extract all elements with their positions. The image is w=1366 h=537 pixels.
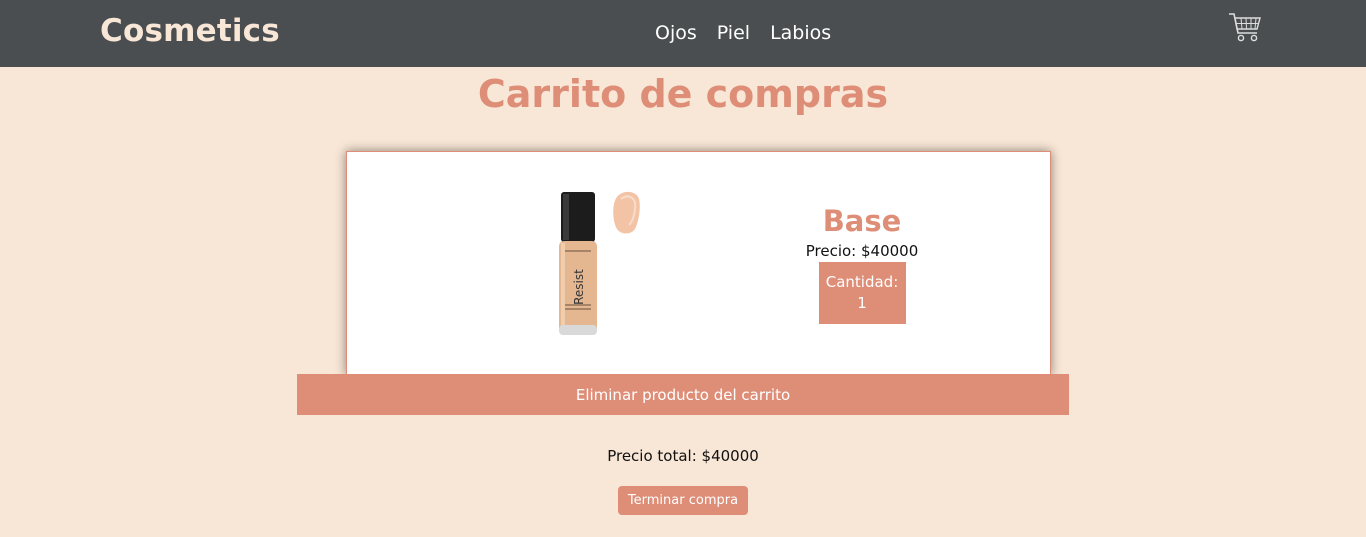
- nav-link-ojos[interactable]: Ojos: [655, 22, 697, 44]
- remove-from-cart-button[interactable]: Eliminar producto del carrito: [297, 374, 1069, 415]
- product-name: Base: [822, 204, 902, 238]
- total-price: Precio total: $40000: [607, 447, 759, 465]
- nav-link-piel[interactable]: Piel: [717, 22, 750, 44]
- quantity-value: 1: [857, 294, 867, 312]
- product-info: Base Precio: $40000 Cantidad: 1: [767, 204, 957, 324]
- brand-logo[interactable]: Cosmetics: [100, 13, 280, 49]
- cart-item-card: Resist Base Precio: $40000 Cantidad: 1: [346, 151, 1051, 375]
- shopping-cart-icon[interactable]: [1227, 11, 1263, 47]
- nav-links: Ojos Piel Labios: [655, 22, 831, 44]
- quantity-box: Cantidad: 1: [818, 262, 906, 324]
- page-title: Carrito de compras: [477, 72, 889, 116]
- bottle-label-text: Resist: [572, 269, 586, 305]
- navbar: Cosmetics Ojos Piel Labios: [0, 0, 1366, 67]
- nav-link-labios[interactable]: Labios: [770, 22, 831, 44]
- quantity-label: Cantidad:: [825, 273, 899, 291]
- foundation-bottle-image: Resist: [557, 185, 657, 340]
- checkout-button[interactable]: Terminar compra: [618, 486, 748, 515]
- product-price: Precio: $40000: [805, 242, 919, 260]
